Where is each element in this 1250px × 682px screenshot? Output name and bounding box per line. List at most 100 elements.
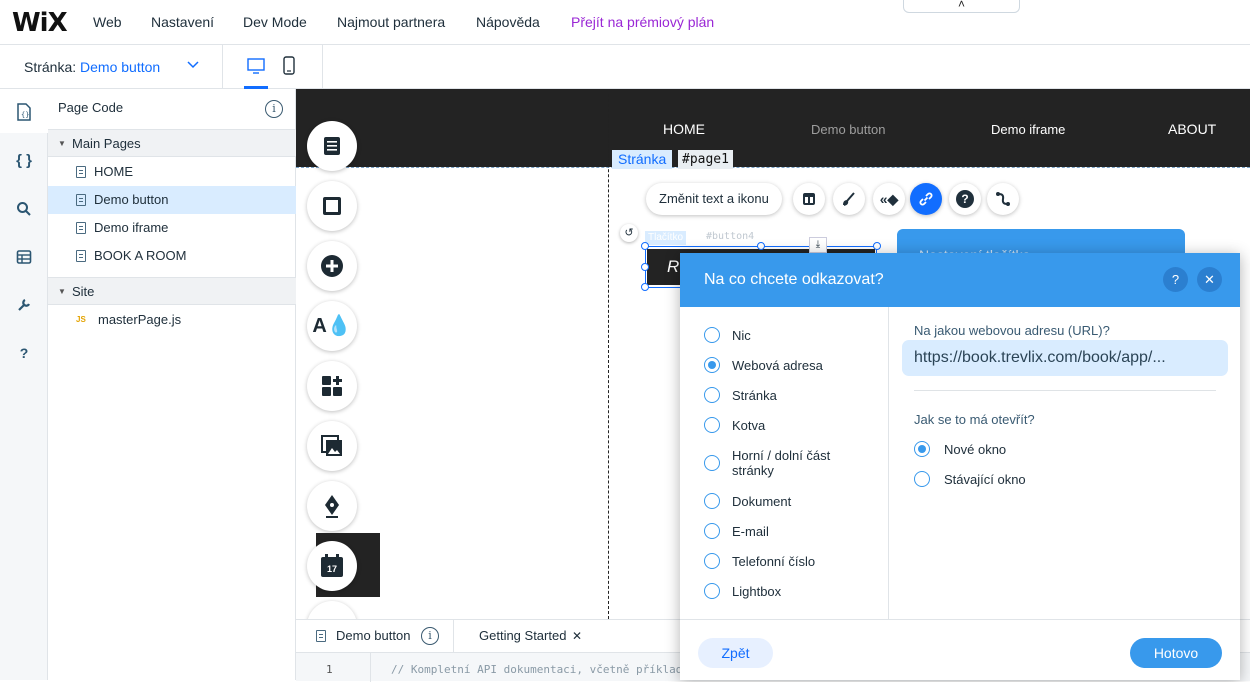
- resize-handle[interactable]: [873, 242, 881, 250]
- section-main-pages[interactable]: ▼ Main Pages: [48, 129, 296, 157]
- divider: [322, 45, 323, 89]
- radio-horni-dolni-cast[interactable]: [704, 455, 720, 471]
- page-item-demo-iframe[interactable]: Demo iframe: [48, 214, 296, 242]
- page-file-icon: [316, 630, 326, 642]
- menu-nastaveni[interactable]: Nastavení: [151, 14, 214, 30]
- radio-webova-adresa[interactable]: [704, 357, 720, 373]
- search-icon[interactable]: [16, 201, 32, 217]
- radio-label[interactable]: Nové okno: [944, 442, 1006, 457]
- connect-code-button[interactable]: [987, 183, 1019, 215]
- link-dialog: Na co chcete odkazovat? ? ✕ Nic Webová a…: [680, 253, 1240, 680]
- radio-label[interactable]: Stránka: [732, 388, 777, 403]
- add-circle-button[interactable]: [307, 241, 357, 291]
- page-item-home[interactable]: HOME: [48, 158, 296, 186]
- design-circle-button[interactable]: A💧: [307, 301, 357, 351]
- radio-label[interactable]: Dokument: [732, 494, 791, 509]
- dialog-title: Na co chcete odkazovat?: [704, 271, 884, 288]
- media-circle-button[interactable]: [307, 421, 357, 471]
- radio-label[interactable]: Kotva: [732, 418, 765, 433]
- database-icon[interactable]: [16, 249, 32, 265]
- design-button[interactable]: [833, 183, 865, 215]
- page-code-icon[interactable]: {}: [15, 103, 33, 121]
- code-files-icon[interactable]: { }: [0, 145, 48, 177]
- background-circle-button[interactable]: [307, 181, 357, 231]
- radio-email[interactable]: [704, 523, 720, 539]
- info-icon[interactable]: i: [421, 627, 439, 645]
- radio-label[interactable]: Horní / dolní část stránky: [732, 448, 852, 478]
- radio-stranka[interactable]: [704, 387, 720, 403]
- dialog-help-icon[interactable]: ?: [1163, 267, 1188, 292]
- tab-getting-started[interactable]: Getting Started ✕: [454, 620, 594, 652]
- radio-nic[interactable]: [704, 327, 720, 343]
- dialog-footer: Zpět Hotovo: [680, 619, 1240, 680]
- site-nav-demo-button[interactable]: Demo button: [811, 122, 885, 137]
- radio-kotva[interactable]: [704, 417, 720, 433]
- url-input[interactable]: https://book.trevlix.com/book/app/...: [902, 340, 1228, 376]
- rotate-handle-icon[interactable]: ↺: [620, 224, 638, 242]
- collapse-toolbar-tab[interactable]: ˄: [903, 0, 1020, 13]
- done-button[interactable]: Hotovo: [1130, 638, 1222, 668]
- element-type-tag: Tlačítko: [645, 231, 687, 245]
- radio-new-window[interactable]: [914, 441, 930, 457]
- menu-najmout-partnera[interactable]: Najmout partnera: [337, 14, 445, 30]
- radio-lightbox[interactable]: [704, 583, 720, 599]
- more-circle-button[interactable]: [307, 601, 357, 619]
- code-text[interactable]: // Kompletní API dokumentaci, včetně pří…: [391, 663, 682, 676]
- radio-current-window[interactable]: [914, 471, 930, 487]
- close-tab-icon[interactable]: ✕: [572, 620, 582, 652]
- page-bar: Stránka: Demo button: [0, 45, 1250, 89]
- divider: [222, 45, 223, 89]
- radio-label[interactable]: Lightbox: [732, 584, 781, 599]
- bookings-circle-button[interactable]: 17: [307, 541, 357, 591]
- site-nav-demo-iframe[interactable]: Demo iframe: [991, 122, 1065, 137]
- wix-logo[interactable]: WiX: [12, 8, 68, 38]
- page-code-panel: Page Code i ▼ Main Pages HOME Demo button…: [48, 89, 296, 680]
- animation-button[interactable]: «◆: [873, 183, 905, 215]
- tab-demo-button[interactable]: Demo button i: [296, 620, 454, 652]
- menu-upgrade-premium[interactable]: Přejít na prémiový plán: [571, 14, 714, 30]
- mobile-view-icon[interactable]: [282, 56, 296, 76]
- calendar-icon: 17: [321, 554, 343, 577]
- wrench-icon[interactable]: [16, 297, 32, 313]
- page-file-icon: [76, 194, 86, 206]
- link-button[interactable]: [910, 183, 942, 215]
- radio-dokument[interactable]: [704, 493, 720, 509]
- site-nav-home[interactable]: HOME: [663, 121, 705, 137]
- radio-label[interactable]: Webová adresa: [732, 358, 823, 373]
- radio-telefonni-cislo[interactable]: [704, 553, 720, 569]
- open-mode-label: Jak se to má otevřít?: [914, 412, 1035, 427]
- help-button[interactable]: ?: [949, 183, 981, 215]
- tab-label: Demo button: [336, 628, 411, 643]
- layout-button[interactable]: [793, 183, 825, 215]
- radio-label[interactable]: E-mail: [732, 524, 769, 539]
- section-site[interactable]: ▼ Site: [48, 277, 296, 305]
- blog-circle-button[interactable]: [307, 481, 357, 531]
- radio-label[interactable]: Stávající okno: [944, 472, 1026, 487]
- resize-handle[interactable]: [641, 283, 649, 291]
- site-nav-about[interactable]: ABOUT: [1168, 121, 1216, 137]
- apps-circle-button[interactable]: [307, 361, 357, 411]
- change-text-icon-button[interactable]: Změnit text a ikonu: [646, 183, 782, 215]
- page-item-demo-button[interactable]: Demo button: [48, 186, 296, 214]
- page-item-book-a-room[interactable]: BOOK A ROOM: [48, 242, 296, 270]
- desktop-view-icon[interactable]: [246, 57, 266, 75]
- resize-handle[interactable]: [641, 242, 649, 250]
- back-button[interactable]: Zpět: [698, 638, 773, 668]
- resize-handle[interactable]: [757, 242, 765, 250]
- chevron-down-icon[interactable]: [186, 58, 200, 72]
- help-icon[interactable]: ?: [0, 337, 48, 369]
- radio-label[interactable]: Nic: [732, 328, 751, 343]
- menu-napoveda[interactable]: Nápověda: [476, 14, 540, 30]
- pages-circle-button[interactable]: [307, 121, 357, 171]
- info-icon[interactable]: i: [265, 100, 283, 118]
- menu-dev-mode[interactable]: Dev Mode: [243, 14, 307, 30]
- collapse-triangle-icon: ▼: [58, 287, 66, 296]
- download-icon[interactable]: ⤓: [809, 237, 827, 253]
- dialog-close-icon[interactable]: ✕: [1197, 267, 1222, 292]
- site-header[interactable]: [296, 89, 1250, 167]
- radio-label[interactable]: Telefonní číslo: [732, 554, 815, 569]
- file-item-masterpage[interactable]: JS masterPage.js: [48, 306, 296, 334]
- menu-web[interactable]: Web: [93, 14, 122, 30]
- resize-handle[interactable]: [641, 263, 649, 271]
- page-selector[interactable]: Stránka: Demo button: [24, 59, 160, 75]
